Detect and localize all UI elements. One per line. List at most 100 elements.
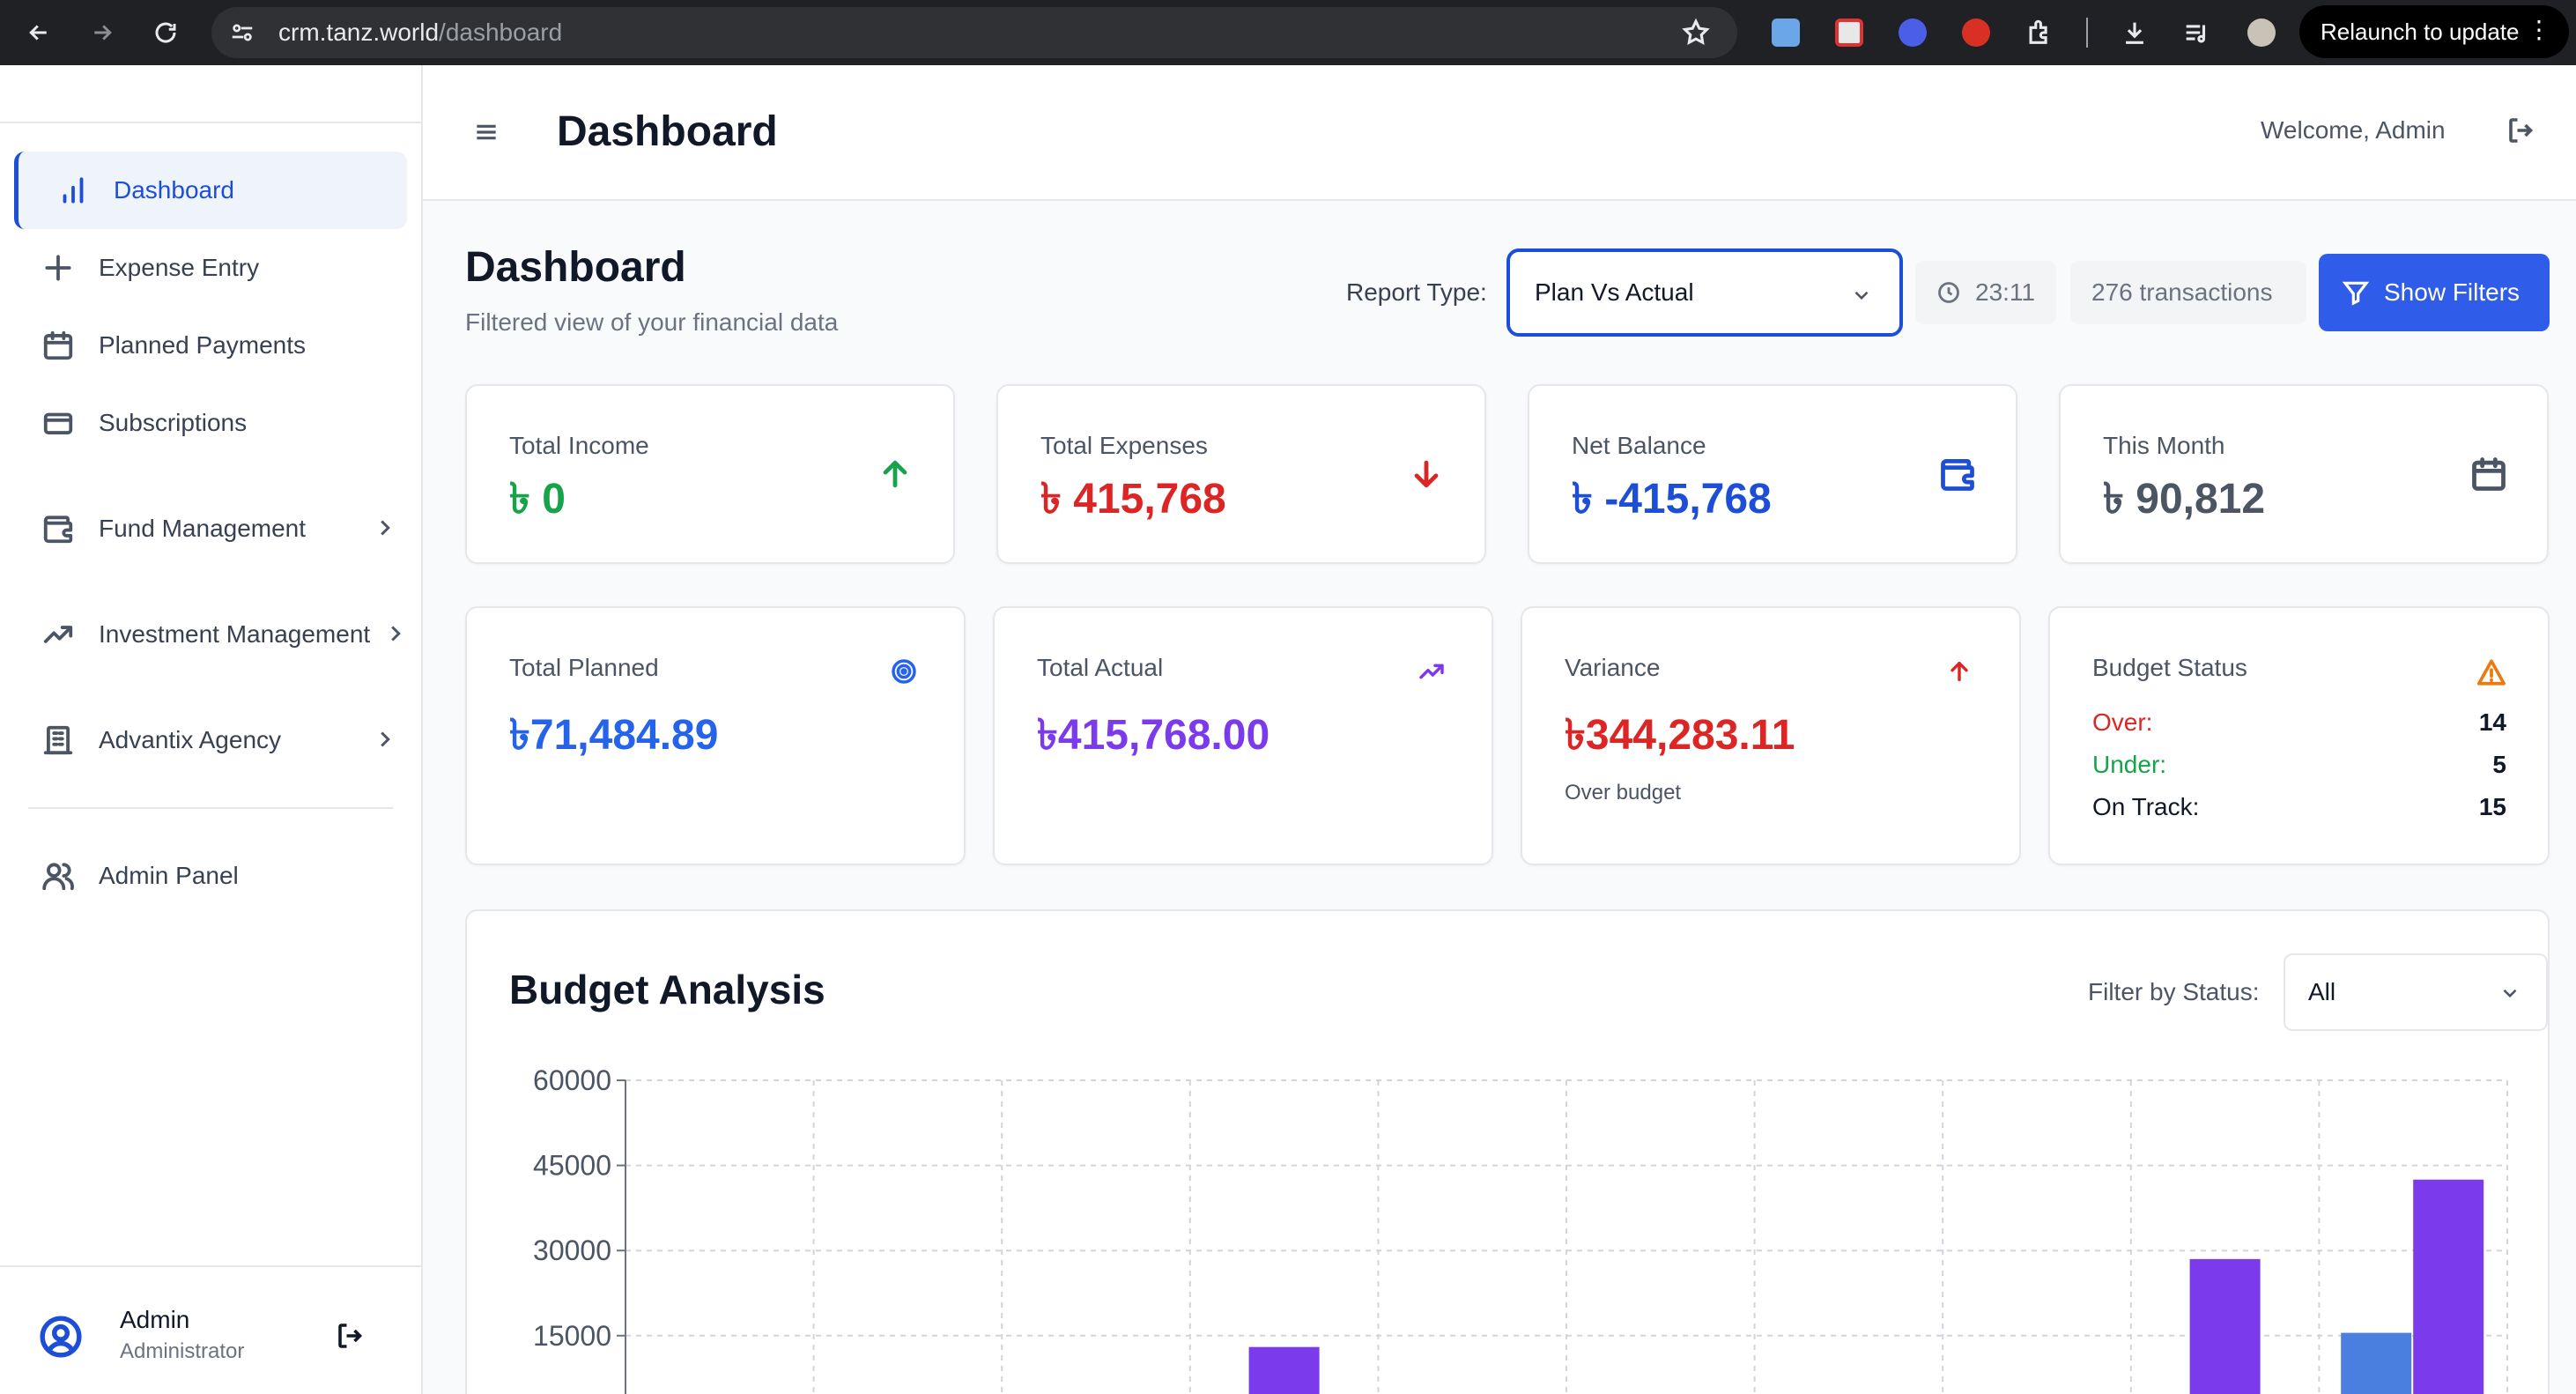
report-type-value: Plan Vs Actual — [1535, 278, 1694, 306]
show-filters-button[interactable]: Show Filters — [2319, 254, 2550, 331]
bookmark-star-icon[interactable] — [1681, 18, 1711, 48]
show-filters-label: Show Filters — [2384, 278, 2520, 306]
logout-icon[interactable] — [335, 1320, 370, 1355]
budget-status-row-over: Over: 14 — [2092, 708, 2506, 737]
main-content: Dashboard Filtered view of your financia… — [423, 203, 2576, 1394]
sidebar-item-label: Dashboard — [114, 176, 234, 204]
sidebar-item-label: Investment Management — [99, 620, 371, 648]
sidebar-divider — [28, 807, 393, 809]
building-icon — [41, 723, 76, 758]
address-bar[interactable]: crm.tanz.world/dashboard — [211, 7, 1737, 58]
wallet-icon — [1938, 455, 1977, 493]
sidebar-item-investment-management[interactable]: Investment Management — [14, 596, 407, 673]
sidebar-item-label: Subscriptions — [99, 409, 248, 436]
stat-label: Total Income — [509, 432, 649, 459]
sidebar-item-advantix-agency[interactable]: Advantix Agency — [14, 701, 407, 779]
budget-status-row-value: 5 — [2492, 751, 2506, 778]
warning-icon — [2476, 657, 2506, 687]
sidebar-item-planned-payments[interactable]: Planned Payments — [14, 307, 407, 384]
y-tick-label: 30000 — [533, 1235, 611, 1266]
budget-status-card: Budget Status Over: 14 Under: 5 On Track… — [2048, 606, 2550, 865]
y-tick-label: 60000 — [533, 1064, 611, 1096]
budget-analysis-card: Budget Analysis Filter by Status: All 60… — [465, 909, 2550, 1394]
header-title: Dashboard — [557, 108, 778, 155]
url-path: /dashboard — [439, 19, 563, 46]
budget-analysis-chart: 60000 45000 30000 15000 — [533, 1064, 2508, 1394]
url-host: crm.tanz.world — [278, 19, 440, 46]
sidebar-top-divider — [0, 122, 421, 123]
sidebar-item-label: Expense Entry — [99, 254, 260, 281]
browser-menu-icon[interactable]: ⋮ — [2527, 18, 2551, 42]
report-type-label: Report Type: — [1346, 278, 1487, 306]
stat-card-total-expenses: Total Expenses ৳ 415,768 — [996, 384, 1486, 564]
stat-label: This Month — [2103, 432, 2225, 459]
profile-avatar-icon[interactable] — [2238, 9, 2285, 56]
user-role: Administrator — [120, 1339, 245, 1363]
extension-3-icon[interactable] — [1889, 9, 1936, 56]
users-icon — [41, 858, 76, 893]
media-control-icon[interactable] — [2173, 9, 2220, 56]
browser-toolbar: crm.tanz.world/dashboard Relaunch to upd… — [0, 0, 2576, 65]
sidebar-user-footer: Admin Administrator — [0, 1265, 421, 1394]
welcome-text: Welcome, Admin — [2261, 116, 2446, 144]
stat-label: Total Expenses — [1040, 432, 1208, 459]
budget-status-row-label: On Track: — [2092, 793, 2200, 820]
trending-up-icon — [41, 617, 76, 652]
arrow-up-icon — [876, 455, 914, 493]
budget-status-row-label: Over: — [2092, 708, 2153, 736]
stat-value: ৳415,768.00 — [1037, 712, 1270, 759]
stat-value: ৳ 415,768 — [1040, 476, 1226, 523]
chevron-right-icon — [372, 515, 398, 541]
top-header: Dashboard Welcome, Admin — [423, 65, 2576, 201]
stat-value: ৳344,283.11 — [1565, 712, 1795, 759]
stat-card-this-month: This Month ৳ 90,812 — [2059, 384, 2549, 564]
stat-subtext: Over budget — [1565, 781, 1682, 805]
page-title: Dashboard — [465, 244, 686, 291]
sidebar-item-subscriptions[interactable]: Subscriptions — [14, 384, 407, 462]
hamburger-menu-icon[interactable] — [472, 118, 500, 146]
budget-status-label: Budget Status — [2092, 654, 2247, 681]
credit-card-icon — [41, 405, 76, 441]
y-tick-label: 45000 — [533, 1150, 611, 1182]
relaunch-button[interactable]: Relaunch to update ⋮ — [2299, 5, 2569, 58]
stat-card-total-actual: Total Actual ৳415,768.00 — [993, 606, 1493, 865]
target-icon — [890, 657, 918, 686]
extension-1-icon[interactable] — [1762, 9, 1810, 56]
reload-icon — [155, 22, 176, 43]
forward-arrow-icon — [94, 25, 112, 41]
header-logout-icon[interactable] — [2506, 115, 2541, 150]
budget-status-row-label: Under: — [2092, 751, 2167, 778]
sidebar-item-label: Admin Panel — [99, 862, 239, 889]
sidebar-item-expense-entry[interactable]: Expense Entry — [14, 229, 407, 307]
calendar-icon — [41, 328, 76, 363]
user-name: Admin — [120, 1306, 190, 1333]
time-text: 23:11 — [1975, 278, 2035, 306]
sidebar: Dashboard Expense Entry Planned Payments… — [0, 65, 423, 1394]
stat-value: ৳ 90,812 — [2103, 476, 2266, 523]
sidebar-item-admin-panel[interactable]: Admin Panel — [14, 837, 407, 915]
site-settings-icon[interactable] — [229, 19, 255, 46]
sidebar-item-dashboard[interactable]: Dashboard — [14, 152, 407, 229]
stat-label: Total Actual — [1037, 654, 1164, 681]
sidebar-item-fund-management[interactable]: Fund Management — [14, 490, 407, 567]
extension-4-icon[interactable] — [1952, 9, 2000, 56]
stat-value: ৳ 0 — [509, 476, 566, 523]
extension-2-icon[interactable] — [1825, 9, 1873, 56]
user-avatar-icon — [39, 1315, 83, 1359]
filter-icon — [2342, 281, 2370, 306]
download-icon[interactable] — [2111, 9, 2158, 56]
time-badge: 23:11 — [1915, 261, 2056, 324]
extensions-puzzle-icon[interactable] — [2016, 9, 2063, 56]
chevron-down-icon — [1850, 284, 1873, 307]
sidebar-item-label: Advantix Agency — [99, 726, 282, 753]
reload-button[interactable] — [134, 0, 197, 65]
stat-value: ৳71,484.89 — [509, 712, 719, 759]
arrow-down-icon — [1407, 455, 1446, 493]
forward-button[interactable] — [70, 0, 134, 65]
wallet-icon — [41, 511, 76, 546]
budget-status-row-value: 15 — [2478, 793, 2506, 820]
back-button[interactable] — [7, 0, 70, 65]
transactions-badge: 276 transactions — [2070, 261, 2306, 324]
report-type-select[interactable]: Plan Vs Actual — [1506, 248, 1903, 337]
stat-label: Total Planned — [509, 654, 659, 681]
